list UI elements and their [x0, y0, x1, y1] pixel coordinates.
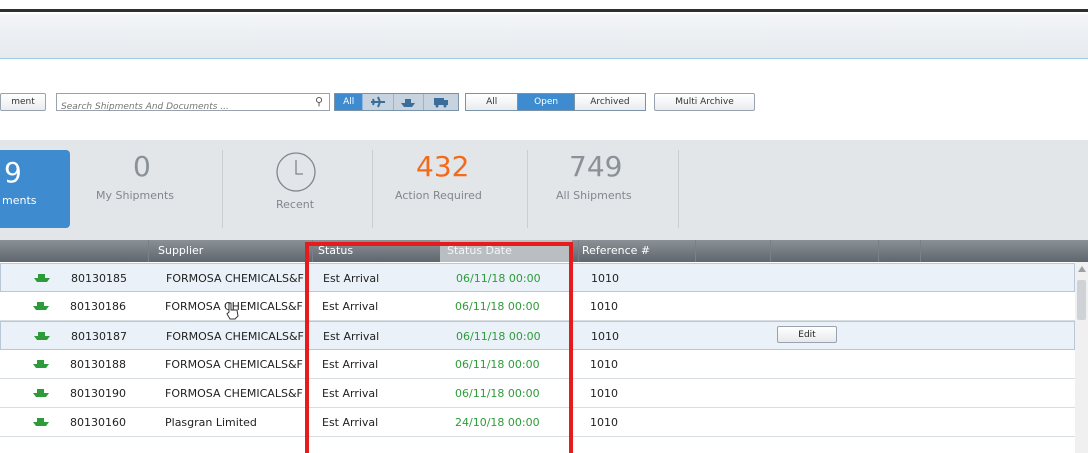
scroll-thumb[interactable] [1077, 280, 1086, 320]
supplier-cell: FORMOSA CHEMICALS&F [165, 387, 303, 400]
supplier-cell: FORMOSA CHEMICALS&F [165, 358, 303, 371]
search-box: ⚲ [56, 93, 330, 115]
supplier-cell: FORMOSA CHEMICALS&F [166, 330, 304, 343]
column-divider [920, 240, 921, 262]
ship-icon [33, 418, 49, 426]
mode-all-button[interactable]: All [335, 94, 364, 110]
action-required-label: Action Required [395, 189, 482, 202]
column-divider [578, 240, 579, 262]
status-date-cell: 06/11/18 00:00 [456, 330, 541, 343]
reference-cell: 1010 [591, 330, 619, 343]
airplane-icon [370, 96, 385, 108]
top-border [0, 0, 1088, 12]
separator [372, 150, 373, 228]
active-label: ments [2, 194, 37, 207]
column-divider [695, 240, 696, 262]
truck-icon [433, 98, 448, 108]
column-divider [878, 240, 879, 262]
status-cell: Est Arrival [323, 330, 380, 343]
my-shipments-label: My Shipments [96, 189, 174, 202]
table-row[interactable]: 80130185 FORMOSA CHEMICALS&F Est Arrival… [0, 263, 1075, 292]
vertical-scrollbar[interactable] [1075, 262, 1088, 453]
all-shipments-label: All Shipments [556, 189, 632, 202]
search-input[interactable] [57, 99, 301, 115]
ship-icon [34, 274, 50, 282]
shipment-id[interactable]: 80130160 [70, 416, 126, 429]
transport-mode-filter: All [334, 93, 459, 111]
table-row[interactable]: 80130160 Plasgran Limited Est Arrival 24… [0, 408, 1075, 437]
hand-cursor-icon [226, 302, 239, 320]
separator [222, 150, 223, 228]
status-date-cell: 24/10/18 00:00 [455, 416, 540, 429]
shipment-id[interactable]: 80130190 [70, 387, 126, 400]
sea-mode-button[interactable] [393, 94, 424, 110]
air-mode-button[interactable] [363, 94, 394, 110]
column-supplier[interactable]: Supplier [158, 244, 203, 257]
all-shipments-count: 749 [569, 150, 623, 183]
recent-label: Recent [276, 198, 315, 211]
shipment-id[interactable]: 80130187 [71, 330, 127, 343]
reference-cell: 1010 [590, 358, 618, 371]
column-divider [148, 240, 149, 262]
status-date-cell: 06/11/18 00:00 [455, 387, 540, 400]
reference-cell: 1010 [590, 387, 618, 400]
ship-icon [34, 332, 50, 340]
new-shipment-button[interactable]: ment [0, 93, 46, 111]
status-cell: Est Arrival [322, 387, 379, 400]
ship-icon [33, 389, 49, 397]
column-divider [770, 240, 771, 262]
clock-icon [276, 152, 316, 192]
status-date-cell: 06/11/18 00:00 [455, 358, 540, 371]
action-required-count: 432 [416, 150, 470, 183]
reference-cell: 1010 [590, 416, 618, 429]
header-band [0, 14, 1088, 59]
status-cell: Est Arrival [322, 300, 379, 313]
shipment-id[interactable]: 80130188 [70, 358, 126, 371]
table-row[interactable]: 80130188 FORMOSA CHEMICALS&F Est Arrival… [0, 350, 1075, 379]
stat-tab-active[interactable]: 9 ments [0, 150, 70, 228]
table-header: Supplier Status Status Date Reference # [0, 240, 1088, 262]
status-cell: Est Arrival [323, 272, 380, 285]
scroll-up-icon[interactable] [1078, 266, 1086, 272]
archive-filter: All Open Archived [465, 93, 646, 111]
supplier-cell: Plasgran Limited [165, 416, 257, 429]
filter-open-button[interactable]: Open [518, 94, 574, 110]
status-date-cell: 06/11/18 00:00 [455, 300, 540, 313]
column-divider [312, 240, 313, 262]
multi-archive-button[interactable]: Multi Archive [654, 93, 755, 111]
status-cell: Est Arrival [322, 358, 379, 371]
table-row[interactable]: 80130187 FORMOSA CHEMICALS&F Est Arrival… [0, 321, 1075, 350]
my-shipments-count: 0 [133, 150, 151, 183]
status-date-cell: 06/11/18 00:00 [456, 272, 541, 285]
column-status[interactable]: Status [318, 244, 353, 257]
active-count: 9 [4, 156, 22, 189]
ship-icon [33, 360, 49, 368]
column-reference[interactable]: Reference # [582, 244, 650, 257]
ship-icon [401, 99, 416, 107]
ship-icon [33, 302, 49, 310]
supplier-cell: FORMOSA CHEMICALS&F [166, 272, 304, 285]
road-mode-button[interactable] [423, 94, 458, 110]
separator [527, 150, 528, 228]
separator [678, 150, 679, 228]
filter-archived-button[interactable]: Archived [573, 94, 645, 110]
status-cell: Est Arrival [322, 416, 379, 429]
edit-button[interactable]: Edit [777, 326, 837, 343]
column-status-date[interactable]: Status Date [447, 244, 512, 257]
table-row[interactable]: 80130190 FORMOSA CHEMICALS&F Est Arrival… [0, 379, 1075, 408]
search-icon[interactable]: ⚲ [315, 95, 323, 108]
shipment-id[interactable]: 80130186 [70, 300, 126, 313]
reference-cell: 1010 [591, 272, 619, 285]
shipment-id[interactable]: 80130185 [71, 272, 127, 285]
table-row[interactable]: 80130186 FORMOSA CHEMICALS&F Est Arrival… [0, 292, 1075, 321]
reference-cell: 1010 [590, 300, 618, 313]
filter-all-button[interactable]: All [466, 94, 519, 110]
